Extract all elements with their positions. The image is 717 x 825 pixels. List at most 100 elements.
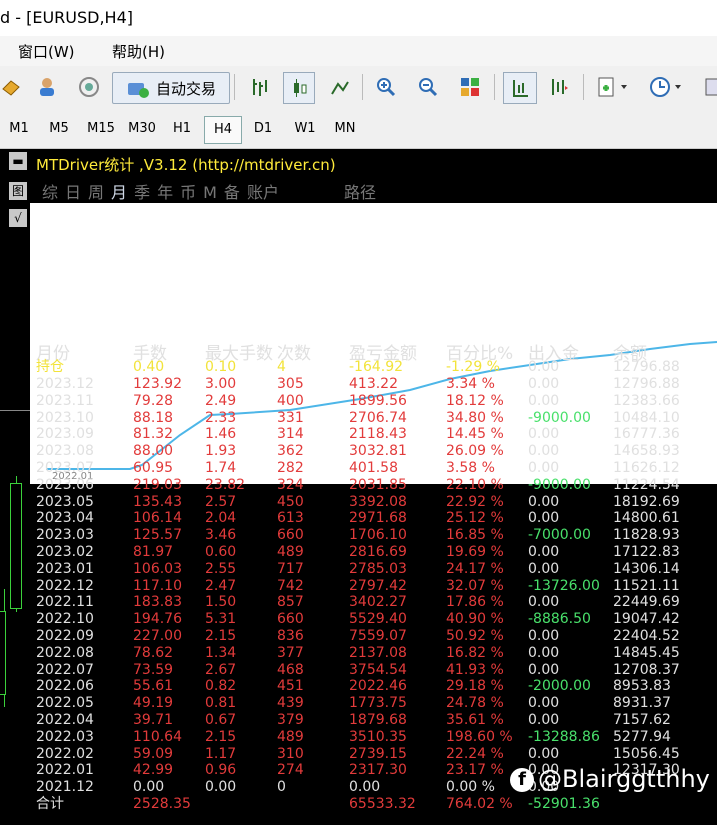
cell-profit: 1899.56 bbox=[349, 393, 407, 409]
table-row: 2023.03 125.57 3.46 660 1706.10 16.85 % -7000.… bbox=[0, 527, 717, 544]
tab-path[interactable]: 路径 bbox=[344, 183, 376, 202]
cell-profit: 3510.35 bbox=[349, 729, 407, 745]
tab-monthly[interactable]: 月 bbox=[111, 183, 127, 202]
cell-balance: 8953.83 bbox=[613, 678, 671, 694]
cell-profit: 1706.10 bbox=[349, 527, 407, 543]
cell-count: 439 bbox=[277, 695, 304, 711]
cell-count: 489 bbox=[277, 544, 304, 560]
zoom-in-icon[interactable] bbox=[372, 72, 400, 102]
chart-shift-icon[interactable] bbox=[503, 72, 537, 104]
zoom-out-icon[interactable] bbox=[414, 72, 442, 102]
minimize-icon[interactable]: ▬ bbox=[9, 152, 27, 170]
tab-quarterly[interactable]: 季 bbox=[134, 183, 150, 202]
cell-balance: 11224.54 bbox=[613, 477, 680, 493]
tab-weekly[interactable]: 周 bbox=[88, 183, 104, 202]
signal-icon[interactable] bbox=[76, 72, 102, 102]
cell-count: 310 bbox=[277, 746, 304, 762]
cell-lots: 42.99 bbox=[133, 762, 174, 778]
cell-profit: -164.92 bbox=[349, 359, 404, 375]
cell-balance: 11626.12 bbox=[613, 460, 680, 476]
timeframe-m15[interactable]: M15 bbox=[84, 116, 118, 142]
cell-percent: 22.24 % bbox=[446, 746, 504, 762]
cell-percent: 198.60 % bbox=[446, 729, 513, 745]
templates-icon[interactable] bbox=[704, 72, 717, 102]
cell-deposit-withdraw: 0.00 bbox=[528, 645, 560, 661]
check-icon[interactable]: √ bbox=[9, 209, 27, 227]
position-row: 持仓 0.40 0.10 4 -164.92 -1.29 % 0.00 12796.88 bbox=[0, 359, 717, 376]
timeframe-d1[interactable]: D1 bbox=[248, 116, 278, 142]
cell-deposit-withdraw: -7000.00 bbox=[528, 527, 591, 543]
cell-month: 2022.08 bbox=[36, 645, 94, 661]
timeframe-m5[interactable]: M5 bbox=[44, 116, 74, 142]
cell-deposit-withdraw: 0.00 bbox=[528, 544, 560, 560]
menu-help[interactable]: 帮助(H) bbox=[112, 41, 165, 62]
chart-toggle-icon[interactable]: 图 bbox=[9, 182, 27, 200]
cell-month: 2022.04 bbox=[36, 712, 94, 728]
tab-account[interactable]: 账户 bbox=[247, 183, 279, 202]
cell-month: 2023.11 bbox=[36, 393, 94, 409]
cell-count: 305 bbox=[277, 376, 304, 392]
cell-percent: 29.18 % bbox=[446, 678, 504, 694]
timeframe-mn[interactable]: MN bbox=[329, 116, 361, 142]
timeframe-h1[interactable]: H1 bbox=[167, 116, 197, 142]
periods-dropdown-icon[interactable] bbox=[646, 72, 686, 102]
separator bbox=[494, 74, 495, 100]
cell-month: 2023.07 bbox=[36, 460, 94, 476]
tab-currency[interactable]: 币 bbox=[180, 183, 196, 202]
menu-window[interactable]: 窗口(W) bbox=[18, 41, 75, 62]
cell-deposit-withdraw: 0.00 bbox=[528, 510, 560, 526]
tab-yearly[interactable]: 年 bbox=[157, 183, 173, 202]
cell-month: 2023.06 bbox=[36, 477, 94, 493]
tab-summary[interactable]: 综 bbox=[42, 183, 58, 202]
cell-count: 742 bbox=[277, 578, 304, 594]
cell-count: 400 bbox=[277, 393, 304, 409]
cell-lots: 78.62 bbox=[133, 645, 174, 661]
cell-max-lots: 2.47 bbox=[205, 578, 237, 594]
cell-percent: 3.58 % bbox=[446, 460, 495, 476]
cell-max-lots: 2.15 bbox=[205, 628, 237, 644]
cell-balance: 16777.36 bbox=[613, 426, 680, 442]
table-header: 月份 手数 最大手数 次数 盈亏金额 百分比% 出入金 余额 bbox=[0, 339, 717, 364]
timeframe-h4[interactable]: H4 bbox=[204, 116, 242, 144]
cell-balance: 14800.61 bbox=[613, 510, 680, 526]
cell-max-lots: 1.93 bbox=[205, 443, 237, 459]
person-icon[interactable] bbox=[34, 72, 60, 102]
cell-profit: 2137.08 bbox=[349, 645, 407, 661]
cell-count: 282 bbox=[277, 460, 304, 476]
cell-percent: 22.92 % bbox=[446, 494, 504, 510]
table-row: 2022.07 73.59 2.67 468 3754.54 41.93 % 0.00 127… bbox=[0, 662, 717, 679]
timeframe-m30[interactable]: M30 bbox=[124, 116, 160, 142]
cell-max-lots: 2.04 bbox=[205, 510, 237, 526]
cell-lots: 59.09 bbox=[133, 746, 174, 762]
cell-deposit-withdraw: -13288.86 bbox=[528, 729, 600, 745]
cell-month: 2021.12 bbox=[36, 779, 94, 795]
auto-scroll-icon[interactable] bbox=[545, 72, 573, 102]
cell-max-lots: 1.74 bbox=[205, 460, 237, 476]
chart-window[interactable]: ▬ 图 √ MTDriver统计 ,V3.12 (http://mtdriver… bbox=[0, 149, 717, 825]
autotrade-button[interactable]: 自动交易 bbox=[112, 72, 230, 104]
tab-notes[interactable]: 备 bbox=[224, 183, 240, 202]
cell-max-lots: 1.50 bbox=[205, 594, 237, 610]
cell-percent: 19.69 % bbox=[446, 544, 504, 560]
timeframe-m1[interactable]: M1 bbox=[4, 116, 34, 142]
cell-count: 451 bbox=[277, 678, 304, 694]
tab-daily[interactable]: 日 bbox=[65, 183, 81, 202]
tab-magic[interactable]: M bbox=[203, 183, 217, 202]
bar-chart-icon[interactable] bbox=[246, 72, 274, 102]
eraser-icon[interactable] bbox=[0, 72, 22, 102]
timeframe-w1[interactable]: W1 bbox=[289, 116, 321, 142]
cell-month: 2022.12 bbox=[36, 578, 94, 594]
cell-lots: 39.71 bbox=[133, 712, 174, 728]
candle-chart-icon[interactable] bbox=[283, 72, 315, 104]
cell-profit: 2317.30 bbox=[349, 762, 407, 778]
cell-deposit-withdraw: -9000.00 bbox=[528, 477, 591, 493]
line-chart-icon[interactable] bbox=[326, 72, 354, 102]
tile-windows-icon[interactable] bbox=[456, 72, 484, 102]
cell-profit: 3754.54 bbox=[349, 662, 407, 678]
cell-max-lots: 2.15 bbox=[205, 729, 237, 745]
cell-count: 331 bbox=[277, 410, 304, 426]
cell-deposit-withdraw: -52901.36 bbox=[528, 796, 600, 812]
cell-lots: 79.28 bbox=[133, 393, 174, 409]
indicators-dropdown-icon[interactable] bbox=[594, 72, 632, 102]
cell-percent: 17.86 % bbox=[446, 594, 504, 610]
